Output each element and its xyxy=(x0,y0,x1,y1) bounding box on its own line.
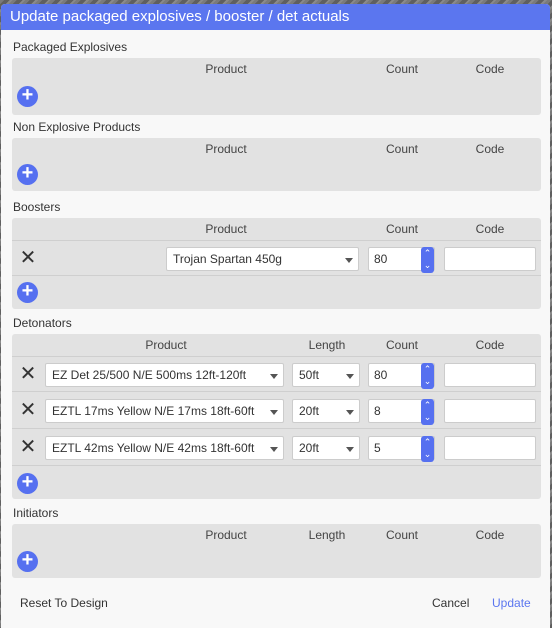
header-count: Count xyxy=(385,222,419,236)
product-select[interactable]: EZ Det 25/500 N/E 500ms 12ft-120ft xyxy=(45,363,284,387)
update-actuals-dialog: Update packaged explosives / booster / d… xyxy=(1,4,550,628)
add-initiator-button[interactable]: + xyxy=(17,549,38,572)
section-boosters: Product Count Code ✕ Trojan Spartan 450g… xyxy=(12,218,541,309)
booster-row: ✕ Trojan Spartan 450g 80 ⌃ ⌄ xyxy=(12,240,541,276)
plus-circle-icon: + xyxy=(21,84,34,106)
count-input[interactable]: 5 ⌃ ⌄ xyxy=(368,436,435,462)
header-code: Code xyxy=(475,62,505,76)
count-stepper[interactable]: ⌃ ⌄ xyxy=(421,247,434,273)
header-code: Code xyxy=(475,528,505,542)
count-input[interactable]: 80 ⌃ ⌄ xyxy=(368,363,435,389)
delete-row-button[interactable]: ✕ xyxy=(19,437,37,457)
plus-circle-icon: + xyxy=(21,471,34,493)
code-input[interactable] xyxy=(444,247,536,271)
header-product: Product xyxy=(205,62,247,76)
header-code: Code xyxy=(475,142,505,156)
add-packaged-button[interactable]: + xyxy=(17,84,38,107)
code-input[interactable] xyxy=(444,399,536,423)
header-product: Product xyxy=(205,528,247,542)
count-input[interactable]: 80 ⌃ ⌄ xyxy=(368,247,435,273)
close-icon: ✕ xyxy=(19,363,37,385)
chevron-down-icon xyxy=(346,410,354,415)
close-icon: ✕ xyxy=(19,247,37,269)
add-detonator-button[interactable]: + xyxy=(17,471,38,494)
length-select[interactable]: 20ft xyxy=(292,399,360,423)
header-product: Product xyxy=(145,338,187,352)
count-stepper[interactable]: ⌃ ⌄ xyxy=(421,363,434,389)
section-packaged-explosives: Product Count Code + xyxy=(12,58,541,115)
close-icon: ✕ xyxy=(19,399,37,421)
plus-circle-icon: + xyxy=(21,162,34,184)
detonator-row: ✕ EZTL 17ms Yellow N/E 17ms 18ft-60ft 20… xyxy=(12,393,541,429)
length-select[interactable]: 50ft xyxy=(292,363,360,387)
section-label-packaged: Packaged Explosives xyxy=(13,40,128,54)
header-length: Length xyxy=(308,338,346,352)
chevron-down-icon xyxy=(345,258,353,263)
header-count: Count xyxy=(385,528,419,542)
dialog-title: Update packaged explosives / booster / d… xyxy=(1,4,550,30)
chevron-down-icon xyxy=(346,374,354,379)
product-select[interactable]: EZTL 42ms Yellow N/E 42ms 18ft-60ft xyxy=(45,436,284,460)
plus-circle-icon: + xyxy=(21,280,34,302)
header-code: Code xyxy=(475,338,505,352)
header-length: Length xyxy=(308,528,346,542)
detonator-row: ✕ EZTL 42ms Yellow N/E 42ms 18ft-60ft 20… xyxy=(12,430,541,466)
plus-circle-icon: + xyxy=(21,549,34,571)
section-label-initiators: Initiators xyxy=(13,506,59,520)
add-non-explosive-button[interactable]: + xyxy=(17,162,38,185)
length-select[interactable]: 20ft xyxy=(292,436,360,460)
detonator-row: ✕ EZ Det 25/500 N/E 500ms 12ft-120ft 50f… xyxy=(12,356,541,392)
reset-to-design-button[interactable]: Reset To Design xyxy=(20,596,108,610)
section-label-detonators: Detonators xyxy=(13,316,72,330)
chevron-down-icon xyxy=(270,447,278,452)
delete-row-button[interactable]: ✕ xyxy=(19,248,37,268)
header-count: Count xyxy=(385,142,419,156)
count-input[interactable]: 8 ⌃ ⌄ xyxy=(368,399,435,425)
section-initiators: Product Length Count Code + xyxy=(12,524,541,578)
header-count: Count xyxy=(385,62,419,76)
count-stepper[interactable]: ⌃ ⌄ xyxy=(421,436,434,462)
section-label-boosters: Boosters xyxy=(13,200,61,214)
cancel-button[interactable]: Cancel xyxy=(432,596,469,610)
chevron-down-icon[interactable]: ⌄ xyxy=(421,375,434,388)
count-stepper[interactable]: ⌃ ⌄ xyxy=(421,399,434,425)
close-icon: ✕ xyxy=(19,436,37,458)
code-input[interactable] xyxy=(444,436,536,460)
add-booster-button[interactable]: + xyxy=(17,280,38,303)
header-count: Count xyxy=(385,338,419,352)
code-input[interactable] xyxy=(444,363,536,387)
chevron-down-icon[interactable]: ⌄ xyxy=(421,411,434,424)
section-detonators: Product Length Count Code ✕ EZ Det 25/50… xyxy=(12,334,541,499)
header-code: Code xyxy=(475,222,505,236)
chevron-down-icon[interactable]: ⌄ xyxy=(421,448,434,461)
chevron-down-icon[interactable]: ⌄ xyxy=(421,259,434,272)
product-select[interactable]: EZTL 17ms Yellow N/E 17ms 18ft-60ft xyxy=(45,399,284,423)
delete-row-button[interactable]: ✕ xyxy=(19,400,37,420)
section-label-non-explosive: Non Explosive Products xyxy=(13,120,141,134)
chevron-down-icon xyxy=(270,410,278,415)
chevron-down-icon xyxy=(346,447,354,452)
section-non-explosive-products: Product Count Code + xyxy=(12,138,541,191)
chevron-down-icon xyxy=(270,374,278,379)
header-product: Product xyxy=(205,142,247,156)
update-button[interactable]: Update xyxy=(492,596,531,610)
product-select[interactable]: Trojan Spartan 450g xyxy=(166,247,359,271)
header-product: Product xyxy=(205,222,247,236)
delete-row-button[interactable]: ✕ xyxy=(19,364,37,384)
